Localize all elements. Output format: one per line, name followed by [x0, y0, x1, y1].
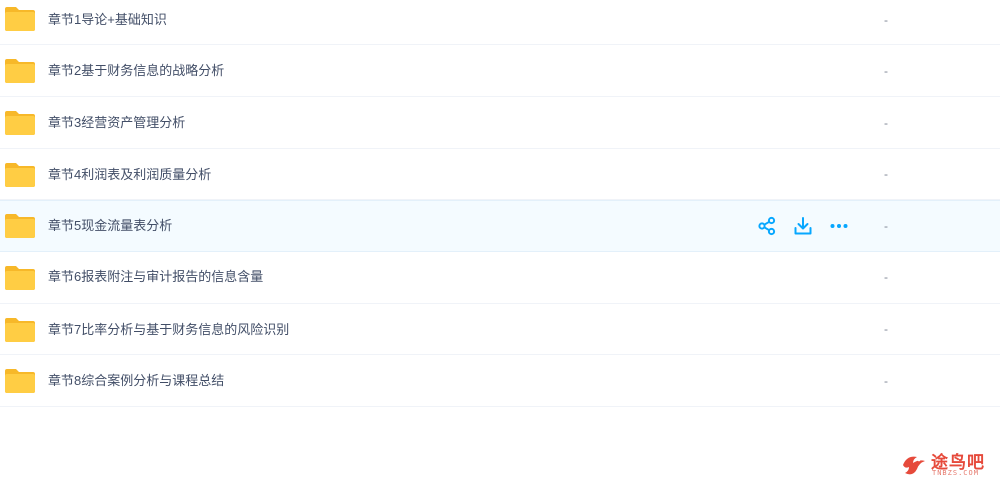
- file-size: -: [884, 116, 888, 130]
- file-row[interactable]: 章节8综合案例分析与课程总结 -: [0, 355, 1000, 407]
- download-icon[interactable]: [792, 215, 814, 237]
- file-row[interactable]: 章节6报表附注与审计报告的信息含量 -: [0, 252, 1000, 304]
- file-row[interactable]: 章节1导论+基础知识 -: [0, 0, 1000, 45]
- file-size: -: [884, 219, 888, 233]
- folder-icon: [4, 265, 36, 291]
- file-name[interactable]: 章节8综合案例分析与课程总结: [48, 355, 224, 407]
- row-actions: [756, 215, 850, 237]
- file-size: -: [884, 64, 888, 78]
- file-name[interactable]: 章节4利润表及利润质量分析: [48, 149, 211, 200]
- file-name[interactable]: 章节2基于财务信息的战略分析: [48, 45, 224, 97]
- file-name[interactable]: 章节5现金流量表分析: [48, 201, 172, 251]
- bird-logo-icon: [899, 447, 931, 484]
- watermark: 途鸟吧 TNBZS.COM: [899, 447, 994, 481]
- file-name[interactable]: 章节1导论+基础知识: [48, 0, 167, 40]
- file-size: -: [884, 322, 888, 336]
- file-row[interactable]: 章节2基于财务信息的战略分析 -: [0, 45, 1000, 97]
- folder-icon: [4, 162, 36, 188]
- file-row[interactable]: 章节3经营资产管理分析 -: [0, 97, 1000, 149]
- file-row[interactable]: 章节4利润表及利润质量分析 -: [0, 149, 1000, 200]
- folder-icon: [4, 317, 36, 343]
- more-icon[interactable]: [828, 215, 850, 237]
- file-name[interactable]: 章节3经营资产管理分析: [48, 97, 185, 149]
- file-row-hovered[interactable]: 章节5现金流量表分析 -: [0, 200, 1000, 252]
- file-size: -: [884, 374, 888, 388]
- file-list: 章节1导论+基础知识 - 章节2基于财务信息的战略分析 - 章节3经营资产管理分…: [0, 0, 1000, 407]
- watermark-subtitle: TNBZS.COM: [932, 469, 979, 477]
- file-name[interactable]: 章节6报表附注与审计报告的信息含量: [48, 252, 263, 302]
- folder-icon: [4, 6, 36, 32]
- folder-icon: [4, 213, 36, 239]
- file-size: -: [884, 13, 888, 27]
- file-row[interactable]: 章节7比率分析与基于财务信息的风险识别 -: [0, 304, 1000, 355]
- folder-icon: [4, 58, 36, 84]
- share-icon[interactable]: [756, 215, 778, 237]
- folder-icon: [4, 110, 36, 136]
- folder-icon: [4, 368, 36, 394]
- file-size: -: [884, 167, 888, 181]
- file-name[interactable]: 章节7比率分析与基于财务信息的风险识别: [48, 304, 289, 355]
- file-size: -: [884, 270, 888, 284]
